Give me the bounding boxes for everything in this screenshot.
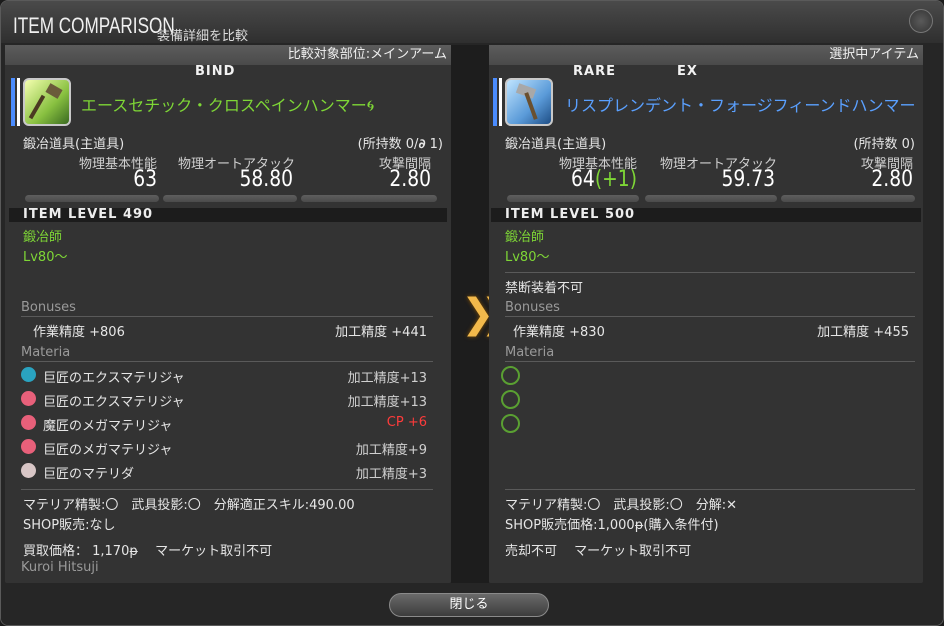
stat-value: 2.80 [389, 167, 431, 192]
materia-title: Materia [21, 345, 71, 360]
bonus-stat: 作業精度 +806 [33, 325, 125, 340]
empty-materia-slot [501, 390, 520, 409]
rare-flag: RARE [573, 64, 616, 79]
item-category: 鍛冶道具(主道具) [23, 137, 125, 152]
stat-bar [645, 195, 777, 202]
divider [505, 361, 915, 362]
divider [505, 489, 915, 490]
crafter-name: Kuroi Hitsuji [21, 560, 99, 575]
materia-effect: 加工精度+13 [347, 395, 427, 410]
materia-meld-info: マテリア精製:〇 武具投影:〇 分解適正スキル:490.00 [23, 498, 355, 513]
job-name: 鍛冶師 [505, 230, 545, 245]
materia-effect: 加工精度+9 [355, 443, 427, 458]
materia-icon [21, 391, 36, 406]
materia-effect: 加工精度+3 [355, 467, 427, 482]
bonus-stat: 作業精度 +830 [513, 325, 605, 340]
rarity-marker-2 [17, 78, 20, 126]
materia-name: 巨匠のマテリダ [43, 467, 135, 482]
shop-info: SHOP販売価格:1,000ᵽ(購入条件付) [505, 518, 719, 533]
item-comparison-window: ITEM COMPARISON 装備詳細を比較 比較対象部位:メインアーム BI… [0, 0, 944, 626]
hammer-icon [505, 78, 553, 126]
rarity-marker [493, 78, 497, 126]
materia-name: 巨匠のメガマテリジャ [43, 443, 173, 458]
empty-materia-slot [501, 366, 520, 385]
materia-meld-info: マテリア精製:〇 武具投影:〇 分解:✕ [505, 498, 738, 513]
stat-diff: (+1) [594, 167, 637, 192]
divider [21, 361, 433, 362]
title-bar[interactable]: ITEM COMPARISON 装備詳細を比較 [1, 1, 943, 44]
item-level: ITEM LEVEL 490 [9, 208, 447, 222]
empty-materia-slot [501, 414, 520, 433]
item-icon-frame[interactable] [493, 78, 555, 126]
hammer-icon [23, 78, 71, 126]
rarity-marker-2 [499, 78, 502, 126]
stat-bar [507, 195, 639, 202]
ex-flag: EX [677, 64, 698, 79]
item-name: リスプレンデント・フォージフィーンドハンマー [565, 96, 916, 115]
item-icon-frame[interactable] [11, 78, 73, 126]
stat-value: 63 [133, 167, 157, 192]
bind-flag: BIND [195, 64, 236, 79]
window-close-icon[interactable] [909, 9, 933, 33]
stat-value: 2.80 [871, 167, 913, 192]
materia-name: 魔匠のメガマテリジャ [43, 419, 173, 434]
level-req: Lv80～ [505, 250, 550, 265]
owned-count: (所持数 0) [853, 137, 915, 152]
selected-item-panel: 選択中アイテム RARE EX リスプレンデント・フォージフィーンドハンマー 鍛… [489, 45, 923, 583]
close-button[interactable]: 閉じる [389, 593, 549, 617]
level-req: Lv80～ [23, 250, 68, 265]
materia-icon [21, 463, 36, 478]
job-name: 鍛冶師 [23, 230, 63, 245]
rarity-marker [11, 78, 15, 126]
sell-info: 買取価格： 1,170ᵽ マーケット取引不可 [23, 544, 273, 559]
stat-bar [301, 195, 437, 202]
bonus-stat: 加工精度 +455 [817, 325, 909, 340]
swirl-icon: 𝟃 [418, 137, 426, 152]
divider [505, 272, 915, 273]
stat-value: 59.73 [721, 167, 775, 192]
panel-header: 比較対象部位:メインアーム [5, 45, 451, 65]
divider [505, 316, 915, 317]
materia-name: 巨匠のエクスマテリジャ [43, 371, 185, 386]
stat-value: 64(+1) [571, 167, 637, 192]
item-level: ITEM LEVEL 500 [491, 208, 921, 222]
stat-bar [25, 195, 159, 202]
shop-info: SHOP販売:なし [23, 518, 116, 533]
sell-info: 売却不可 マーケット取引不可 [505, 544, 692, 559]
stat-bar [163, 195, 297, 202]
divider [21, 489, 433, 490]
materia-effect: 加工精度+13 [347, 371, 427, 386]
item-name: エースセチック・クロスペインハンマー🌀︎ [81, 96, 375, 115]
materia-name: 巨匠のエクスマテリジャ [43, 395, 185, 410]
compared-item-panel: 比較対象部位:メインアーム BIND エースセチック・クロスペインハンマー🌀︎ … [5, 45, 451, 583]
collectable-swirl-icon: 🌀︎ [366, 96, 375, 115]
item-category: 鍛冶道具(主道具) [505, 137, 607, 152]
panel-header: 選択中アイテム [489, 45, 923, 65]
window-title: ITEM COMPARISON [13, 13, 175, 38]
bonus-stat: 加工精度 +441 [335, 325, 427, 340]
stat-value: 58.80 [239, 167, 293, 192]
materia-icon [21, 415, 36, 430]
materia-title: Materia [505, 345, 555, 360]
divider [21, 316, 433, 317]
bonuses-title: Bonuses [21, 300, 76, 315]
owned-count: (所持数 0/𝟃 1) [357, 137, 443, 152]
restriction-text: 禁断装着不可 [505, 281, 584, 296]
bonuses-title: Bonuses [505, 300, 560, 315]
materia-effect-cp: CP +6 [386, 415, 427, 430]
stat-bar [781, 195, 915, 202]
materia-icon [21, 439, 36, 454]
window-subtitle: 装備詳細を比較 [157, 29, 249, 44]
materia-icon [21, 367, 36, 382]
